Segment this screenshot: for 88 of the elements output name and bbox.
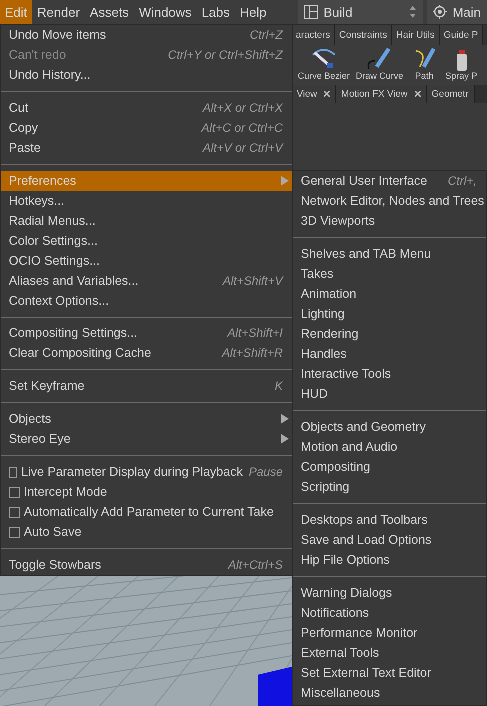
submenu-arrow-icon: [281, 414, 289, 424]
shortcut-text: Ctrl+,: [448, 174, 477, 188]
layout-icon: [304, 5, 318, 19]
menu-item[interactable]: Scripting: [293, 477, 486, 497]
checkbox[interactable]: [9, 466, 18, 478]
menu-item[interactable]: Save and Load Options: [293, 530, 486, 550]
menu-item[interactable]: Clear Compositing Cache Alt+Shift+R: [1, 343, 292, 364]
menu-item[interactable]: Notifications: [293, 603, 486, 623]
menu-item[interactable]: Paste Alt+V or Ctrl+V: [1, 138, 292, 158]
tool-label[interactable]: Curve Bezier: [298, 71, 350, 81]
menu-item[interactable]: Intercept Mode: [1, 482, 292, 502]
menu-title[interactable]: Render: [32, 0, 86, 24]
menu-item[interactable]: Radial Menus...: [1, 210, 292, 231]
menu-item[interactable]: Context Options...: [1, 290, 292, 311]
shortcut-text: Alt+Shift+I: [228, 326, 283, 340]
shelf-tab[interactable]: Constraints: [335, 25, 392, 45]
menu-item[interactable]: Compositing Settings... Alt+Shift+I: [1, 324, 292, 344]
shortcut-text: Alt+Shift+R: [222, 346, 283, 360]
shortcut-text: Alt+Ctrl+S: [228, 558, 283, 572]
shortcut-text: Alt+C or Ctrl+C: [202, 120, 283, 135]
menu-item[interactable]: Objects and Geometry: [293, 417, 486, 437]
shortcut-text: K: [274, 379, 283, 394]
menu-item[interactable]: Motion and Audio: [293, 437, 486, 457]
submenu-arrow-icon: [281, 176, 289, 186]
menu-item[interactable]: Hotkeys...: [1, 190, 292, 211]
menu-item[interactable]: Aliases and Variables... Alt+Shift+V: [1, 270, 292, 291]
menu-item[interactable]: Copy Alt+C or Ctrl+C: [1, 118, 292, 138]
menu-item[interactable]: Undo Move items Ctrl+Z: [1, 25, 292, 45]
menu-item[interactable]: Miscellaneous: [293, 683, 486, 703]
menu-item[interactable]: Color Settings...: [1, 230, 292, 251]
menu-item[interactable]: Handles: [293, 344, 486, 364]
pane-tab[interactable]: View: [292, 85, 336, 103]
tool-label[interactable]: Draw Curve: [356, 71, 404, 81]
menu-item[interactable]: Desktops and Toolbars: [293, 510, 486, 530]
shortcut-text: Alt+X or Ctrl+X: [202, 100, 283, 115]
menu-item[interactable]: Warning Dialogs: [293, 583, 486, 603]
menu-item[interactable]: 3D Viewports: [293, 211, 486, 231]
menu-item[interactable]: External Tools: [293, 643, 486, 663]
close-icon[interactable]: [414, 91, 421, 97]
menu-item[interactable]: Network Editor, Nodes and Trees: [293, 191, 486, 211]
context-dropdown[interactable]: Main: [426, 0, 487, 24]
menu-item[interactable]: Lighting: [293, 304, 486, 324]
menu-item[interactable]: Objects: [1, 409, 292, 430]
menu-title[interactable]: Labs: [196, 0, 236, 24]
menu-item[interactable]: Auto Save: [1, 522, 292, 542]
submenu-arrow-icon: [281, 434, 289, 444]
checkbox[interactable]: [9, 526, 20, 538]
pane-tab[interactable]: Geometr: [426, 85, 475, 103]
menu-item[interactable]: Hip File Options: [293, 550, 486, 570]
spinner-icon: [408, 5, 417, 19]
tool-label[interactable]: Path: [415, 71, 434, 81]
shortcut-text: Alt+Shift+V: [222, 274, 283, 288]
menu-item[interactable]: Set External Text Editor: [293, 663, 486, 683]
menu-title[interactable]: Windows: [134, 0, 197, 24]
checkbox[interactable]: [9, 486, 20, 498]
target-icon: [432, 5, 447, 19]
menu-item[interactable]: Cut Alt+X or Ctrl+X: [1, 98, 292, 118]
menu-item[interactable]: Rendering: [293, 324, 486, 344]
spray-can-icon: [456, 50, 467, 71]
menu-item[interactable]: Performance Monitor: [293, 623, 486, 643]
menu-item[interactable]: Animation: [293, 284, 486, 304]
menu-title[interactable]: Help: [235, 0, 272, 24]
menu-item[interactable]: Automatically Add Parameter to Current Take: [1, 502, 292, 522]
menu-item[interactable]: Takes: [293, 264, 486, 284]
menu-item[interactable]: HUD: [293, 384, 486, 404]
menu-item[interactable]: Set Keyframe K: [1, 376, 292, 396]
tool-label[interactable]: Spray P: [446, 71, 478, 81]
menu-item[interactable]: Compositing: [293, 457, 486, 477]
shortcut-text: Ctrl+Y or Ctrl+Shift+Z: [168, 48, 283, 62]
pane-tab[interactable]: Motion FX View: [336, 85, 427, 103]
shelf-tab[interactable]: aracters: [292, 25, 336, 45]
close-icon[interactable]: [324, 91, 330, 97]
menu-item[interactable]: Shelves and TAB Menu: [293, 244, 486, 264]
shortcut-text: Pause: [248, 465, 283, 480]
shelf-tab[interactable]: Hair Utils: [392, 25, 440, 45]
shortcut-text: Alt+V or Ctrl+V: [202, 140, 283, 155]
menu-item[interactable]: Toggle Stowbars Alt+Ctrl+S: [1, 555, 292, 576]
shelf-tab[interactable]: Guide P: [440, 25, 484, 45]
checkbox[interactable]: [9, 506, 20, 518]
shortcut-text: Ctrl+Z: [250, 28, 283, 42]
menu-item[interactable]: OCIO Settings...: [1, 250, 292, 271]
menu-title[interactable]: Assets: [85, 0, 134, 24]
menu-item[interactable]: Live Parameter Display during Playback Pause: [1, 462, 292, 482]
desktop-dropdown[interactable]: Build: [298, 0, 423, 24]
menu-item[interactable]: General User Interface Ctrl+,: [293, 171, 486, 191]
menu-item[interactable]: Interactive Tools: [293, 364, 486, 384]
menu-item[interactable]: Undo History...: [1, 64, 292, 85]
menu-item[interactable]: Stereo Eye: [1, 429, 292, 450]
